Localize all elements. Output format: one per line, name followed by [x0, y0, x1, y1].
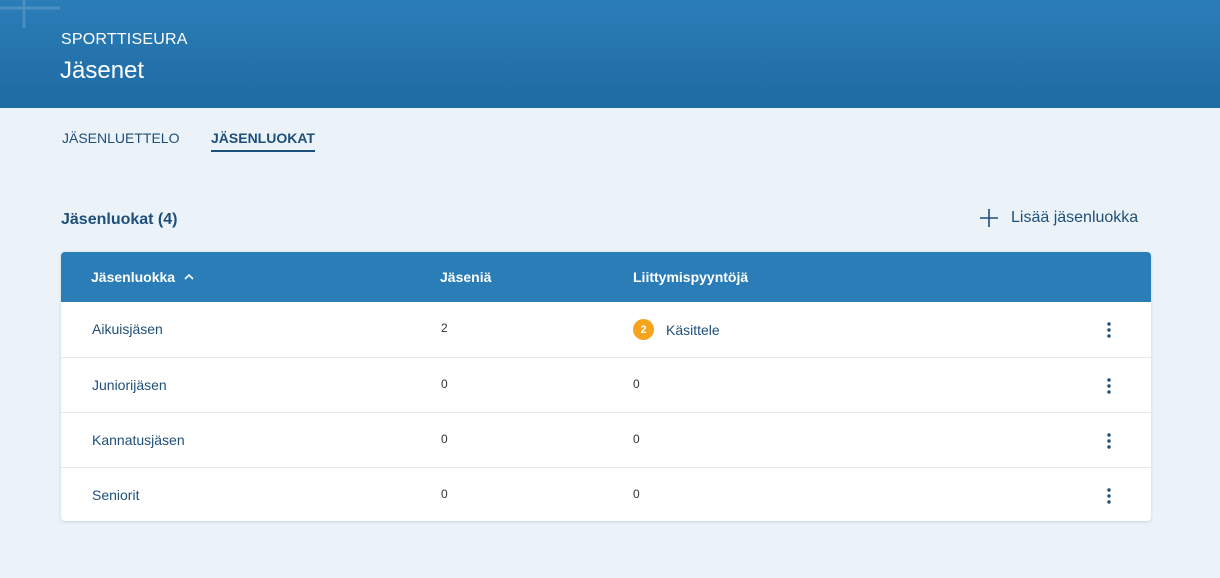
row-menu-button[interactable] — [1099, 486, 1119, 506]
table-row: Seniorit 0 0 — [61, 467, 1151, 521]
tab-member-classes[interactable]: JÄSENLUOKAT — [211, 130, 315, 152]
table-row: Aikuisjäsen 2 2 Käsittele — [61, 302, 1151, 357]
table-header: Jäsenluokka Jäseniä Liittymispyyntöjä — [61, 252, 1151, 302]
kebab-menu-icon — [1107, 488, 1111, 504]
row-menu-button[interactable] — [1099, 320, 1119, 340]
member-count: 2 — [441, 321, 448, 335]
section-title: Jäsenluokat (4) — [61, 211, 178, 228]
table-row: Juniorijäsen 0 0 — [61, 357, 1151, 412]
class-name: Seniorit — [92, 487, 140, 503]
kebab-menu-icon — [1107, 433, 1111, 449]
app-header: SPORTTISEURA Jäsenet — [0, 0, 1220, 108]
kebab-menu-icon — [1107, 322, 1111, 338]
kebab-menu-icon — [1107, 378, 1111, 394]
page-title: Jäsenet — [60, 57, 145, 84]
organization-name: SPORTTISEURA — [61, 31, 188, 48]
class-name: Aikuisjäsen — [92, 321, 163, 337]
request-count: 0 — [633, 487, 640, 501]
column-header-requests: Liittymispyyntöjä — [633, 269, 749, 285]
request-count: 0 — [633, 432, 640, 446]
class-name: Kannatusjäsen — [92, 432, 185, 448]
row-menu-button[interactable] — [1099, 431, 1119, 451]
request-count: 0 — [633, 377, 640, 391]
row-menu-button[interactable] — [1099, 376, 1119, 396]
chevron-up-icon — [184, 273, 194, 280]
tab-member-list[interactable]: JÄSENLUETTELO — [62, 130, 179, 150]
add-button-label: Lisää jäsenluokka — [1011, 209, 1139, 226]
member-count: 0 — [441, 377, 448, 391]
member-count: 0 — [441, 432, 448, 446]
request-count-badge: 2 — [633, 319, 654, 340]
column-header-members: Jäseniä — [440, 269, 492, 285]
table-row: Kannatusjäsen 0 0 — [61, 412, 1151, 467]
process-requests-link[interactable]: 2 Käsittele — [633, 319, 720, 340]
member-count: 0 — [441, 487, 448, 501]
decorative-pattern — [0, 0, 60, 28]
process-label: Käsittele — [666, 321, 720, 338]
column-header-label: Jäsenluokka — [91, 269, 176, 285]
column-header-class[interactable]: Jäsenluokka — [91, 269, 195, 285]
member-class-table: Jäsenluokka Jäseniä Liittymispyyntöjä Ai… — [61, 252, 1151, 521]
add-member-class-button[interactable]: Lisää jäsenluokka — [979, 206, 1138, 230]
plus-icon — [980, 209, 998, 227]
class-name: Juniorijäsen — [92, 377, 167, 393]
